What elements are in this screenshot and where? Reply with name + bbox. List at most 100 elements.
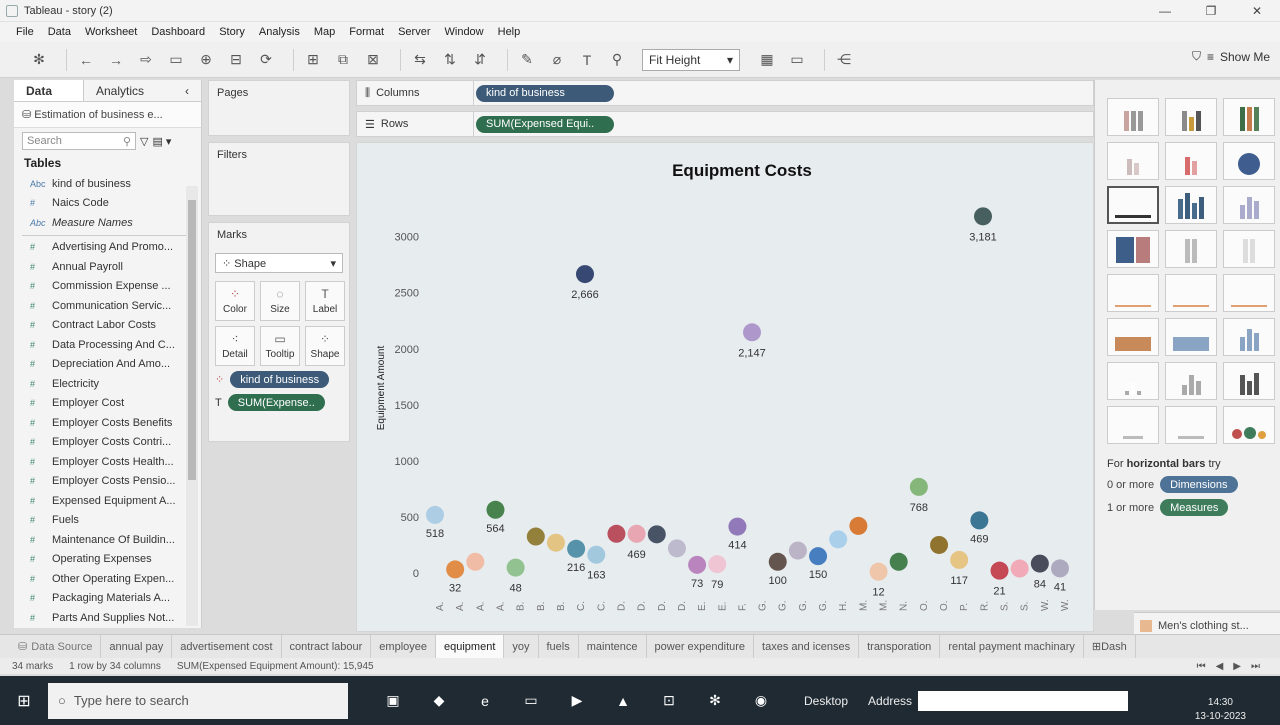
sheet-tab[interactable]: equipment bbox=[436, 634, 505, 659]
color-button[interactable]: ⁘ Color bbox=[215, 281, 255, 321]
measure-field[interactable]: # Electricity bbox=[14, 374, 201, 394]
sheet-tab[interactable]: annual pay bbox=[101, 634, 173, 659]
measure-field[interactable]: # Parts And Supplies Not... bbox=[14, 608, 201, 628]
pages-card[interactable]: Pages bbox=[208, 80, 350, 136]
chart-area[interactable]: Equipment Costs Equipment Amount 0 500 1000 1… bbox=[356, 142, 1094, 632]
stacked-bars-icon[interactable] bbox=[1165, 186, 1217, 224]
tableau-workbook-icon[interactable]: ✻ bbox=[696, 682, 734, 720]
menu-map[interactable]: Map bbox=[314, 26, 335, 38]
sheet-tab[interactable]: yoy bbox=[504, 634, 539, 659]
menu-server[interactable]: Server bbox=[398, 26, 430, 38]
label-button[interactable]: T Label bbox=[305, 281, 345, 321]
sheet-tab[interactable]: fuels bbox=[539, 634, 579, 659]
measure-field[interactable]: # Commission Expense ... bbox=[14, 277, 201, 297]
refresh-icon[interactable]: ⟳ bbox=[255, 49, 277, 71]
file-explorer-icon[interactable]: ▭ bbox=[512, 682, 550, 720]
data-pane-scrollbar[interactable] bbox=[186, 186, 198, 626]
windows-start-icon[interactable]: ⊞ bbox=[0, 676, 48, 725]
vlc-app-icon[interactable]: ▲ bbox=[604, 682, 642, 720]
menu-story[interactable]: Story bbox=[219, 26, 245, 38]
sheet-tab[interactable]: contract labour bbox=[282, 634, 372, 659]
sheet-tab[interactable]: taxes and icenses bbox=[754, 634, 860, 659]
store-app-icon[interactable]: ▣ bbox=[374, 682, 412, 720]
collapse-pane-icon[interactable]: ‹ bbox=[173, 80, 201, 101]
measure-field[interactable]: # Depreciation And Amo... bbox=[14, 355, 201, 375]
field-naics-code[interactable]: # Naics Code bbox=[14, 194, 201, 214]
heat-map-icon[interactable] bbox=[1165, 98, 1217, 136]
tableau-logo-icon[interactable]: ✻ bbox=[28, 49, 50, 71]
duplicate-sheet-icon[interactable]: ⧉ bbox=[332, 49, 354, 71]
tab-analytics[interactable]: Analytics bbox=[84, 80, 156, 101]
continuous-lines-icon[interactable] bbox=[1107, 274, 1159, 312]
chrome-app-icon[interactable]: ◉ bbox=[742, 682, 780, 720]
last-sheet-icon[interactable]: ⏭ bbox=[1251, 661, 1260, 672]
sheet-tab[interactable]: advertisement cost bbox=[172, 634, 282, 659]
filled-map-icon[interactable] bbox=[1165, 142, 1217, 180]
horizontal-bars-icon[interactable] bbox=[1107, 186, 1159, 224]
sheet-tab[interactable]: power expenditure bbox=[647, 634, 755, 659]
prev-sheet-icon[interactable]: ◀ bbox=[1216, 661, 1224, 672]
pause-updates-icon[interactable]: ⊟ bbox=[225, 49, 247, 71]
show-cards-icon[interactable]: ▦ bbox=[756, 49, 778, 71]
sheet-tab[interactable]: rental payment machinary bbox=[940, 634, 1084, 659]
close-button[interactable]: ✕ bbox=[1234, 0, 1280, 22]
menu-worksheet[interactable]: Worksheet bbox=[85, 26, 137, 38]
measure-field[interactable]: # Data Processing And C... bbox=[14, 335, 201, 355]
menu-dashboard[interactable]: Dashboard bbox=[151, 26, 205, 38]
discrete-lines-icon[interactable] bbox=[1165, 274, 1217, 312]
taskbar-clock[interactable]: 14:30 13-10-2023 bbox=[1195, 696, 1246, 724]
sheet-tab[interactable]: transporation bbox=[859, 634, 941, 659]
columns-shelf[interactable]: ⫼ Columns kind of business bbox=[356, 80, 1094, 106]
menu-format[interactable]: Format bbox=[349, 26, 384, 38]
area-discrete-icon[interactable] bbox=[1165, 318, 1217, 356]
save-icon[interactable]: ▭ bbox=[165, 49, 187, 71]
field-kind-of-business[interactable]: Abc kind of business bbox=[14, 174, 201, 194]
menu-file[interactable]: File bbox=[16, 26, 34, 38]
histogram-icon[interactable] bbox=[1165, 362, 1217, 400]
side-by-side-circles-icon[interactable] bbox=[1223, 230, 1275, 268]
new-dashboard-tab[interactable]: ⊞ Dash bbox=[1084, 634, 1136, 659]
show-me-button[interactable]: ⛉ ≡ Show Me bbox=[1192, 49, 1270, 64]
data-source-item[interactable]: ⛁ Estimation of business e... bbox=[14, 102, 201, 128]
view-options-icon[interactable]: ▤ ▾ bbox=[152, 135, 171, 148]
field-measure-names[interactable]: Abc Measure Names bbox=[14, 213, 201, 233]
group-icon[interactable]: ⌀ bbox=[546, 49, 568, 71]
area-continuous-icon[interactable] bbox=[1107, 318, 1159, 356]
measure-field[interactable]: # Other Operating Expen... bbox=[14, 569, 201, 589]
media-app-icon[interactable]: ▶ bbox=[558, 682, 596, 720]
bullet-graph-icon[interactable] bbox=[1165, 406, 1217, 444]
measure-field[interactable]: # Employer Costs Contri... bbox=[14, 433, 201, 453]
mark-type-dropdown[interactable]: ⁘ Shape ▾ bbox=[215, 253, 343, 273]
gantt-chart-icon[interactable] bbox=[1107, 406, 1159, 444]
menu-window[interactable]: Window bbox=[445, 26, 484, 38]
measure-field[interactable]: # Maintenance Of Buildin... bbox=[14, 530, 201, 550]
label-pill[interactable]: SUM(Expense.. bbox=[227, 394, 325, 411]
clear-sheet-icon[interactable]: ⊠ bbox=[362, 49, 384, 71]
presentation-mode-icon[interactable]: ▭ bbox=[786, 49, 808, 71]
fit-dropdown[interactable]: Fit Height ▾ bbox=[642, 48, 740, 71]
edge-browser-icon[interactable]: e bbox=[466, 682, 504, 720]
new-data-source-icon[interactable]: ⊕ bbox=[195, 49, 217, 71]
rows-pill[interactable]: SUM(Expensed Equi.. bbox=[476, 115, 614, 133]
symbol-map-icon[interactable] bbox=[1107, 142, 1159, 180]
sort-ascending-icon[interactable]: ⇅ bbox=[439, 49, 461, 71]
swap-axes-icon[interactable]: ⇆ bbox=[409, 49, 431, 71]
box-whisker-icon[interactable] bbox=[1223, 362, 1275, 400]
next-sheet-icon[interactable]: ▶ bbox=[1233, 661, 1241, 672]
dual-lines-icon[interactable] bbox=[1223, 274, 1275, 312]
tab-data[interactable]: Data bbox=[14, 80, 84, 101]
format-painter-icon[interactable]: ⛉ bbox=[1192, 49, 1201, 64]
measure-field[interactable]: # Operating Expenses bbox=[14, 550, 201, 570]
taskbar-search-input[interactable]: ○ Type here to search bbox=[48, 682, 348, 719]
treemap-icon[interactable] bbox=[1107, 230, 1159, 268]
detail-button[interactable]: ⁖ Detail bbox=[215, 326, 255, 366]
menu-help[interactable]: Help bbox=[498, 26, 521, 38]
search-input[interactable]: Search ⚲ bbox=[22, 132, 136, 150]
color-pill[interactable]: kind of business bbox=[230, 371, 330, 388]
measure-field[interactable]: # Expensed Equipment A... bbox=[14, 491, 201, 511]
measure-field[interactable]: # Contract Labor Costs bbox=[14, 316, 201, 336]
sort-descending-icon[interactable]: ⇵ bbox=[469, 49, 491, 71]
measure-field[interactable]: # Fuels bbox=[14, 511, 201, 531]
measure-field[interactable]: # Employer Costs Health... bbox=[14, 452, 201, 472]
first-sheet-icon[interactable]: ⏮ bbox=[1197, 661, 1206, 672]
